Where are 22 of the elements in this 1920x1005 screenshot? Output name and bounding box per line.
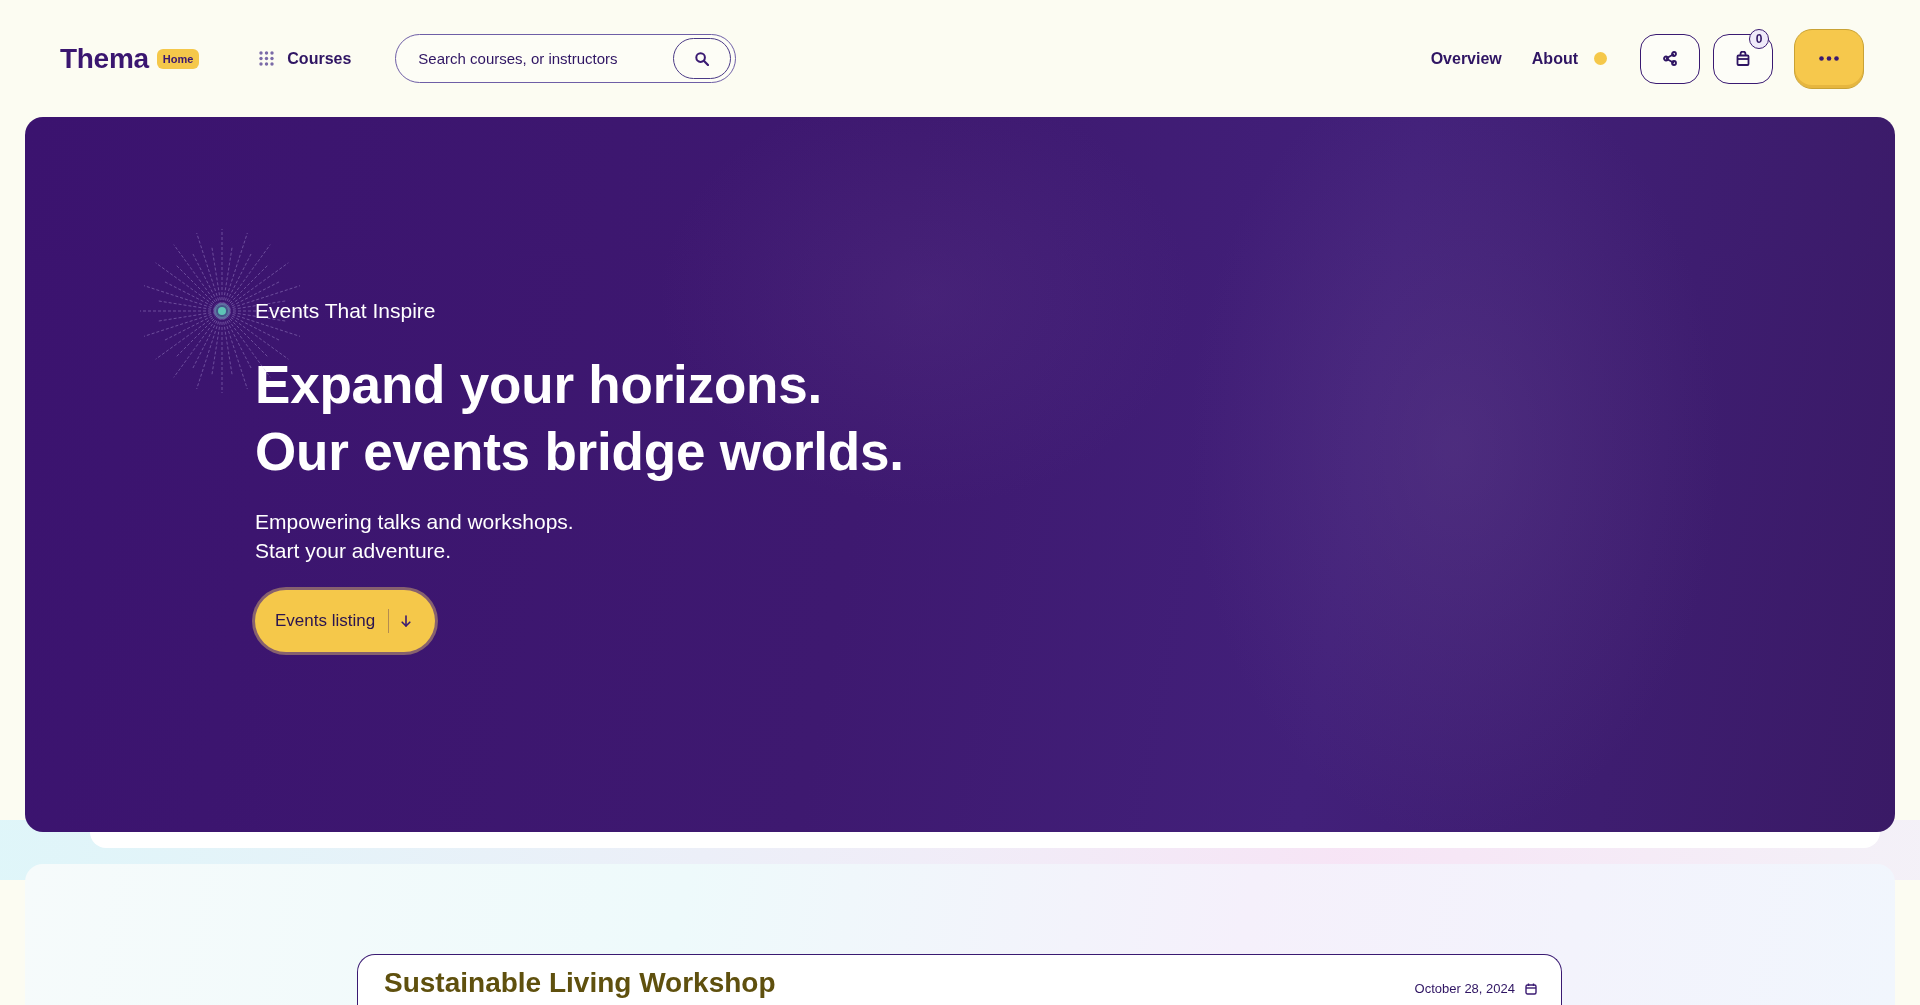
event-title: Sustainable Living Workshop bbox=[384, 967, 776, 999]
event-date: October 28, 2024 bbox=[1414, 981, 1515, 996]
search-field[interactable]: Search courses, or instructors bbox=[395, 34, 737, 83]
search-icon bbox=[695, 51, 710, 66]
hero-eyebrow: Events That Inspire bbox=[255, 298, 436, 324]
grid-icon bbox=[259, 51, 275, 66]
shopping-bag-icon bbox=[1736, 51, 1750, 66]
logo-tag: Home bbox=[156, 48, 200, 69]
more-icon bbox=[1819, 56, 1839, 61]
logo-link[interactable]: Thema bbox=[60, 42, 149, 75]
courses-menu-link[interactable]: Courses bbox=[259, 49, 352, 68]
share-button[interactable] bbox=[1640, 33, 1700, 84]
events-listing-button[interactable]: Events listing bbox=[255, 590, 436, 652]
calendar-icon bbox=[1525, 982, 1537, 995]
arrow-down-icon bbox=[401, 615, 412, 627]
cart-count: 0 bbox=[1749, 28, 1769, 49]
hero-headline: Expand your horizons. Our events bridge worlds. bbox=[255, 354, 904, 483]
hero-subtitle: Empowering talks and workshops. Start your adventure. bbox=[255, 509, 574, 564]
event-card[interactable]: Sustainable Living Workshop October 28, 2024 bbox=[357, 954, 1562, 1005]
nav-link[interactable]: Overview bbox=[1430, 49, 1502, 68]
share-icon bbox=[1663, 51, 1677, 66]
nav-link[interactable]: About bbox=[1531, 49, 1578, 68]
